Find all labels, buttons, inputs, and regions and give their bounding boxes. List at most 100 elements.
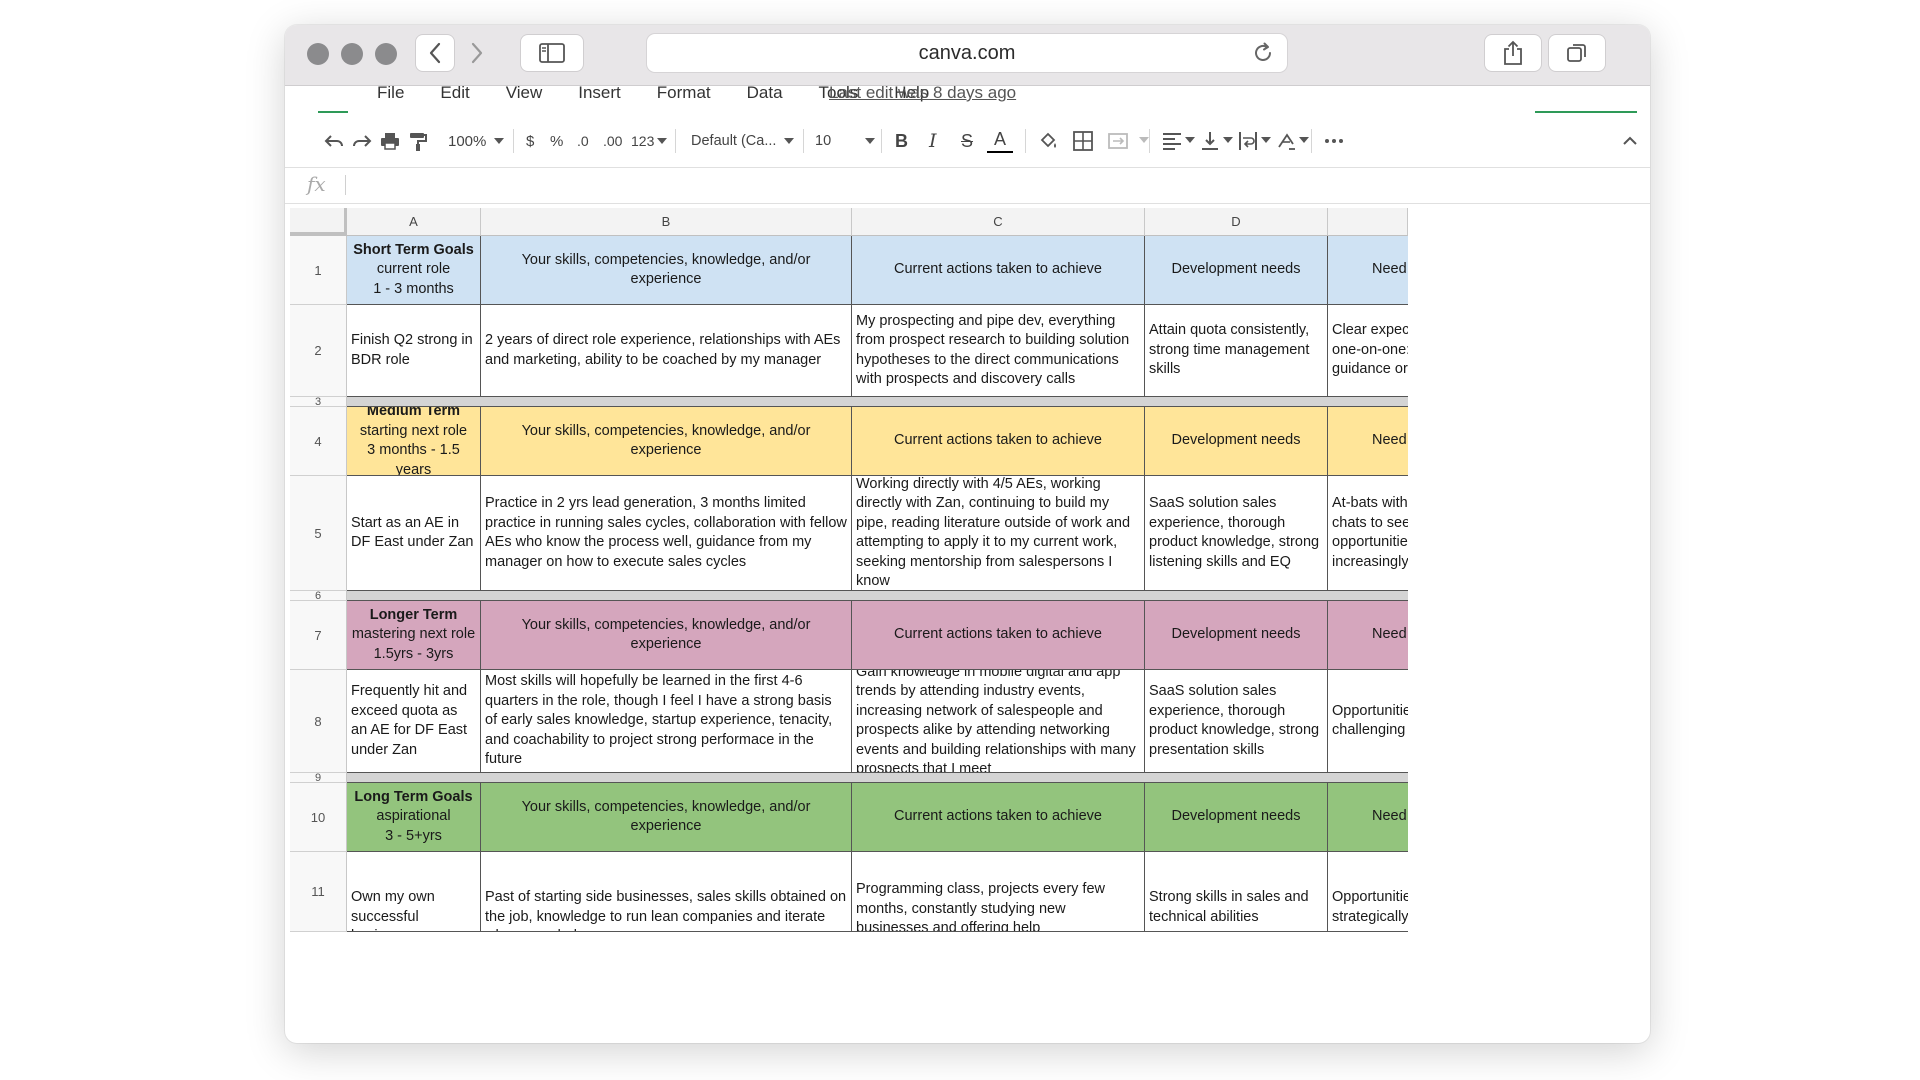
header-cell[interactable]: Your skills, competencies, knowledge, an… [481, 601, 852, 670]
borders-icon[interactable] [1072, 129, 1094, 153]
menu-item-format[interactable]: Format [657, 85, 711, 103]
header-cell[interactable]: Need [1328, 407, 1408, 476]
share-button[interactable] [1485, 35, 1541, 71]
separator-row[interactable] [347, 397, 1408, 407]
increase-decimal-button[interactable]: .00 [603, 129, 622, 153]
section-title-cell[interactable]: Longer Term mastering next role 1.5yrs - … [347, 601, 481, 670]
strikethrough-button[interactable]: S [961, 129, 973, 153]
text-wrapping-icon[interactable] [1237, 129, 1259, 153]
section-title-cell[interactable]: Medium Term starting next role 3 months -… [347, 407, 481, 476]
text-rotation-icon[interactable] [1275, 129, 1297, 153]
data-cell[interactable]: Opportunitie challenging a [1328, 670, 1408, 773]
print-icon[interactable] [379, 129, 401, 153]
header-cell[interactable]: Development needs [1145, 407, 1328, 476]
data-cell[interactable]: Programming class, projects every few mo… [852, 852, 1145, 932]
header-cell[interactable]: Development needs [1145, 236, 1328, 305]
last-edit-link[interactable]: Last edit was 8 days ago [829, 85, 1016, 103]
header-cell[interactable]: Development needs [1145, 601, 1328, 670]
more-options-icon[interactable] [1323, 129, 1345, 153]
data-cell[interactable]: SaaS solution sales experience, thorough… [1145, 476, 1328, 591]
vertical-align-icon[interactable] [1199, 129, 1221, 153]
minimize-window-button[interactable] [341, 43, 363, 65]
row-header-11[interactable]: 11 [290, 852, 347, 932]
data-cell[interactable]: SaaS solution sales experience, thorough… [1145, 670, 1328, 773]
data-cell[interactable]: 2 years of direct role experience, relat… [481, 305, 852, 397]
header-cell[interactable]: Current actions taken to achieve [852, 783, 1145, 852]
section-title-cell[interactable]: Long Term Goals aspirational 3 - 5+yrs [347, 783, 481, 852]
sidebar-toggle-button[interactable] [521, 35, 583, 71]
column-header-e[interactable] [1328, 208, 1408, 236]
row-header-10[interactable]: 10 [290, 783, 347, 852]
paint-format-icon[interactable] [407, 129, 429, 153]
menu-item-insert[interactable]: Insert [578, 85, 621, 103]
header-cell[interactable]: Your skills, competencies, knowledge, an… [481, 236, 852, 305]
header-cell[interactable]: Your skills, competencies, knowledge, an… [481, 407, 852, 476]
data-cell[interactable]: Start as an AE in DF East under Zan [347, 476, 481, 591]
data-cell[interactable]: At-bats with I chats to seek opportuniti… [1328, 476, 1408, 591]
forward-button[interactable] [458, 35, 496, 71]
reload-icon[interactable] [1251, 41, 1275, 65]
undo-icon[interactable] [323, 129, 345, 153]
chevron-up-icon[interactable] [1621, 129, 1639, 153]
text-color-button[interactable]: A [987, 129, 1013, 153]
menu-item-data[interactable]: Data [747, 85, 783, 103]
header-cell[interactable]: Need [1328, 783, 1408, 852]
header-cell[interactable]: Your skills, competencies, knowledge, an… [481, 783, 852, 852]
data-cell[interactable]: Attain quota consistently, strong time m… [1145, 305, 1328, 397]
header-cell[interactable]: Development needs [1145, 783, 1328, 852]
italic-button[interactable]: I [929, 129, 937, 153]
fill-color-icon[interactable] [1037, 129, 1059, 153]
menu-item-view[interactable]: View [506, 85, 543, 103]
merge-cells-icon[interactable] [1107, 129, 1129, 153]
font-family-select[interactable]: Default (Ca... [691, 129, 795, 153]
row-header-7[interactable]: 7 [290, 601, 347, 670]
header-cell[interactable]: Need [1328, 601, 1408, 670]
separator-row[interactable] [347, 591, 1408, 601]
data-cell[interactable]: Practice in 2 yrs lead generation, 3 mon… [481, 476, 852, 591]
select-all-corner[interactable] [290, 208, 347, 236]
data-cell[interactable]: Finish Q2 strong in BDR role [347, 305, 481, 397]
section-title-cell[interactable]: Short Term Goals current role 1 - 3 month… [347, 236, 481, 305]
row-header-3[interactable]: 3 [290, 396, 347, 408]
column-header-a[interactable]: A [347, 208, 481, 236]
row-header-9[interactable]: 9 [290, 772, 347, 784]
zoom-window-button[interactable] [375, 43, 397, 65]
menu-item-file[interactable]: File [377, 85, 404, 103]
address-bar[interactable]: canva.com [647, 34, 1287, 72]
row-header-8[interactable]: 8 [290, 670, 347, 773]
back-button[interactable] [416, 35, 454, 71]
data-cell[interactable]: Gain knowledge in mobile digital and app… [852, 670, 1145, 773]
font-size-select[interactable]: 10 [815, 129, 875, 153]
data-cell[interactable]: Frequently hit and exceed quota as an AE… [347, 670, 481, 773]
data-cell[interactable]: My prospecting and pipe dev, everything … [852, 305, 1145, 397]
tabs-overview-button[interactable] [1549, 35, 1605, 71]
menu-item-edit[interactable]: Edit [440, 85, 469, 103]
formula-input[interactable] [355, 175, 1555, 195]
redo-icon[interactable] [351, 129, 373, 153]
currency-format-button[interactable]: $ [526, 129, 534, 153]
row-header-4[interactable]: 4 [290, 407, 347, 476]
data-cell[interactable]: Opportunitie strategically [1328, 852, 1408, 932]
row-header-6[interactable]: 6 [290, 590, 347, 602]
close-window-button[interactable] [307, 43, 329, 65]
row-header-1[interactable]: 1 [290, 236, 347, 305]
column-header-b[interactable]: B [481, 208, 852, 236]
data-cell[interactable]: Clear expec one-on-one: guidance or [1328, 305, 1408, 397]
data-cell[interactable]: Past of starting side businesses, sales … [481, 852, 852, 932]
header-cell[interactable]: Need [1328, 236, 1408, 305]
horizontal-align-icon[interactable] [1161, 129, 1183, 153]
zoom-select[interactable]: 100% [448, 129, 508, 153]
header-cell[interactable]: Current actions taken to achieve [852, 236, 1145, 305]
header-cell[interactable]: Current actions taken to achieve [852, 407, 1145, 476]
data-cell[interactable]: Most skills will hopefully be learned in… [481, 670, 852, 773]
header-cell[interactable]: Current actions taken to achieve [852, 601, 1145, 670]
column-header-c[interactable]: C [852, 208, 1145, 236]
more-formats-select[interactable]: 123 [631, 129, 668, 153]
bold-button[interactable]: B [895, 129, 908, 153]
decrease-decimal-button[interactable]: .0 [577, 129, 589, 153]
data-cell[interactable]: Own my own successful business [347, 852, 481, 932]
data-cell[interactable]: Working directly with 4/5 AEs, working d… [852, 476, 1145, 591]
column-header-d[interactable]: D [1145, 208, 1328, 236]
percent-format-button[interactable]: % [550, 129, 563, 153]
separator-row[interactable] [347, 773, 1408, 783]
